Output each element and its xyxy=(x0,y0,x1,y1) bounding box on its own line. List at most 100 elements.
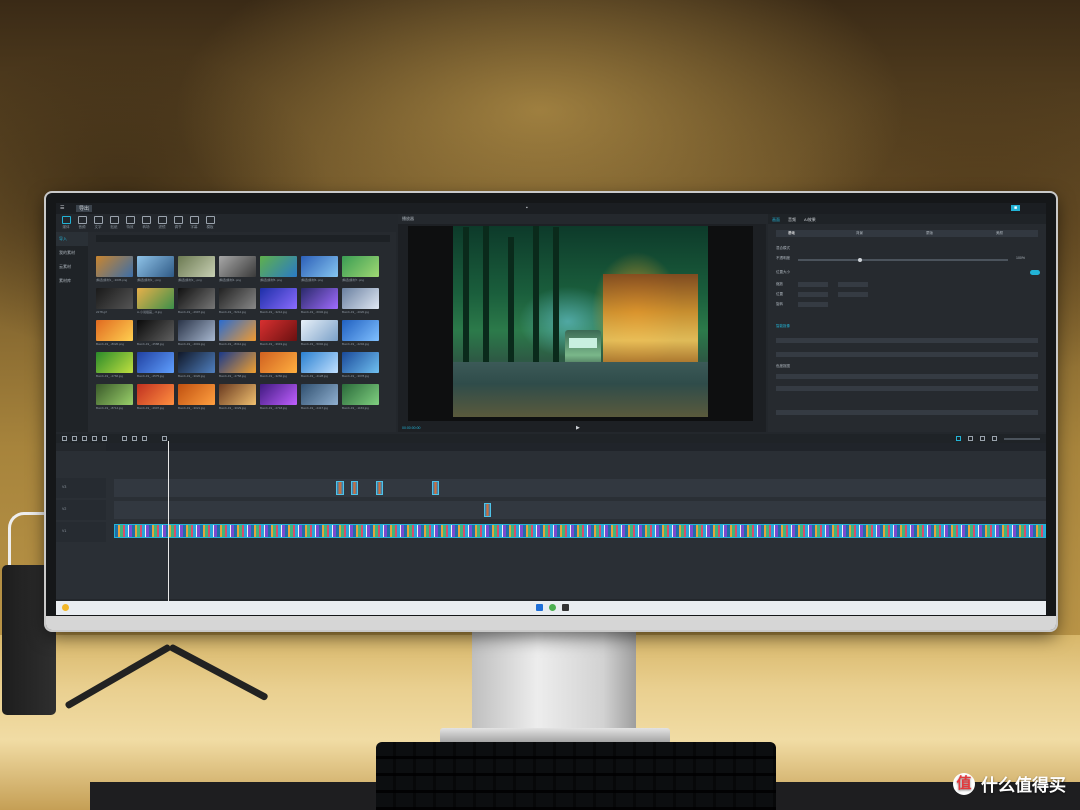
weather-icon[interactable] xyxy=(62,604,69,611)
media-thumbnail[interactable] xyxy=(342,320,379,341)
sidebar-item-my-media[interactable]: 我的素材 xyxy=(56,246,88,260)
tool-filter[interactable]: 滤镜 xyxy=(156,216,168,230)
media-thumbnail[interactable] xyxy=(219,320,256,341)
media-thumbnail[interactable] xyxy=(219,352,256,373)
media-thumbnail-caption: Bomb-19_..2575.jpg xyxy=(137,374,165,378)
timeline-zoom-slider[interactable] xyxy=(1004,438,1040,440)
subtab-background[interactable]: 背景 xyxy=(856,231,863,236)
play-icon[interactable]: ▶ xyxy=(576,425,580,431)
preview-viewport[interactable] xyxy=(408,226,753,421)
tool-text[interactable]: 文字 xyxy=(92,216,104,230)
timeline: V3 V2 V1 xyxy=(56,451,1046,599)
media-thumbnail-caption: Bomb-19_..3919.jpg xyxy=(260,342,288,346)
track-header-v3[interactable]: V3 xyxy=(56,478,106,498)
media-thumbnail[interactable] xyxy=(96,288,133,309)
media-thumbnail-caption: Bomb-19_..2588.jpg xyxy=(137,342,165,346)
media-thumbnail[interactable] xyxy=(342,288,379,309)
opacity-value[interactable]: 100% xyxy=(1016,256,1025,260)
media-thumbnail[interactable] xyxy=(301,288,338,309)
media-thumbnail[interactable] xyxy=(137,384,174,405)
tool-adjust[interactable]: 调节 xyxy=(172,216,184,230)
media-thumbnail[interactable] xyxy=(219,256,256,277)
media-thumbnail[interactable] xyxy=(219,288,256,309)
watermark-text: 什么值得买 xyxy=(981,776,1066,795)
media-thumbnail[interactable] xyxy=(137,256,174,277)
prop-blend-label: 混合模式 xyxy=(776,246,790,250)
track-v1-clips[interactable] xyxy=(114,524,1046,538)
subtab-beauty[interactable]: 美颜 xyxy=(996,231,1003,236)
export-button[interactable]: ■ xyxy=(1011,205,1021,211)
track-header-v2[interactable]: V2 xyxy=(56,500,106,520)
prop-chroma-key[interactable]: 色度抠图 xyxy=(776,364,790,369)
prop-smart-cutout[interactable]: 智能抠像 xyxy=(776,324,790,329)
toggle-switch[interactable] xyxy=(1030,270,1040,275)
keyboard xyxy=(376,742,776,810)
prop-scale-label: 缩放 xyxy=(776,282,783,286)
media-thumbnail[interactable] xyxy=(178,384,215,405)
tool-media[interactable]: 媒体 xyxy=(60,216,72,230)
monitor-bezel-bottom xyxy=(46,616,1056,630)
tool-template[interactable]: 模板 xyxy=(204,216,216,230)
media-thumbnail[interactable] xyxy=(301,352,338,373)
media-thumbnail[interactable] xyxy=(260,320,297,341)
tool-effects[interactable]: 特效 xyxy=(124,216,136,230)
media-thumbnail[interactable] xyxy=(96,384,133,405)
tab-ai[interactable]: AI效果 xyxy=(804,217,816,223)
media-thumbnail[interactable] xyxy=(260,256,297,277)
media-thumbnail[interactable] xyxy=(301,256,338,277)
opacity-slider[interactable] xyxy=(798,258,1008,262)
media-thumbnail[interactable] xyxy=(137,320,174,341)
app-logo: ☰ xyxy=(60,205,65,211)
media-thumbnail[interactable] xyxy=(137,352,174,373)
media-thumbnail-caption: [精选]素材4..png xyxy=(219,278,242,282)
subtab-mask[interactable]: 蒙版 xyxy=(926,231,933,236)
media-thumbnail[interactable] xyxy=(96,320,133,341)
media-thumbnail[interactable] xyxy=(178,320,215,341)
media-thumbnail[interactable] xyxy=(260,384,297,405)
track-v2[interactable] xyxy=(114,501,1046,519)
app-icon[interactable] xyxy=(562,604,569,611)
media-thumbnail[interactable] xyxy=(260,288,297,309)
sidebar-item-import[interactable]: 导入 xyxy=(56,232,88,246)
sidebar-item-library[interactable]: 素材库 xyxy=(56,274,88,288)
media-thumbnail[interactable] xyxy=(342,256,379,277)
media-thumbnail[interactable] xyxy=(342,352,379,373)
media-thumbnail-caption: Bomb-19_..5212.jpg xyxy=(219,310,247,314)
media-thumbnail[interactable] xyxy=(178,352,215,373)
tool-sticker[interactable]: 贴纸 xyxy=(108,216,120,230)
sidebar-item-cloud[interactable]: 云素材 xyxy=(56,260,88,274)
media-thumbnail[interactable] xyxy=(301,320,338,341)
media-thumbnail[interactable] xyxy=(96,352,133,373)
media-thumbnail[interactable] xyxy=(260,352,297,373)
properties-panel: 画面 音频 AI效果 基础 背景 蒙版 美颜 混合模式 不透明度 100% 位置… xyxy=(768,214,1046,432)
tab-picture[interactable]: 画面 xyxy=(772,217,780,223)
subtab-basic[interactable]: 基础 xyxy=(788,231,795,236)
media-thumbnail-caption: Bomb-19_..2204.jpg xyxy=(342,342,370,346)
media-thumbnail[interactable] xyxy=(178,256,215,277)
media-thumbnail-caption: Bomb-19_..5002.jpg xyxy=(301,342,329,346)
media-thumbnail[interactable] xyxy=(137,288,174,309)
media-thumbnail-caption: Bomb-19_..8020.png xyxy=(96,342,125,346)
track-header-v1[interactable]: V1 xyxy=(56,522,106,542)
media-thumbnail-caption: Bomb-19_..2020.jpg xyxy=(342,310,370,314)
tool-audio[interactable]: 音频 xyxy=(76,216,88,230)
tool-subtitle[interactable]: 字幕 xyxy=(188,216,200,230)
watermark-logo: 值 xyxy=(953,772,975,795)
playhead[interactable] xyxy=(168,441,169,601)
media-toolbar: 媒体 音频 文字 贴纸 特效 转场 滤镜 调节 字幕 模板 xyxy=(56,214,396,232)
media-thumbnail[interactable] xyxy=(342,384,379,405)
media-thumbnail-caption: Bomb-19_..8714.jpg xyxy=(96,406,124,410)
start-icon[interactable] xyxy=(536,604,543,611)
menu-export[interactable]: 导出 xyxy=(76,205,93,212)
track-v3[interactable] xyxy=(114,479,1046,497)
media-thumbnail[interactable] xyxy=(96,256,133,277)
media-thumbnail[interactable] xyxy=(178,288,215,309)
os-taskbar xyxy=(56,601,1046,615)
media-thumbnail[interactable] xyxy=(301,384,338,405)
media-thumbnail[interactable] xyxy=(219,384,256,405)
media-thumbnail-caption: Bomb-19_..3212.jpg xyxy=(260,310,288,314)
browser-icon[interactable] xyxy=(549,604,556,611)
tab-audio[interactable]: 音频 xyxy=(788,217,796,223)
preview-panel: 播放器 00:00:00:00 ▶ xyxy=(398,214,770,432)
tool-transition[interactable]: 转场 xyxy=(140,216,152,230)
